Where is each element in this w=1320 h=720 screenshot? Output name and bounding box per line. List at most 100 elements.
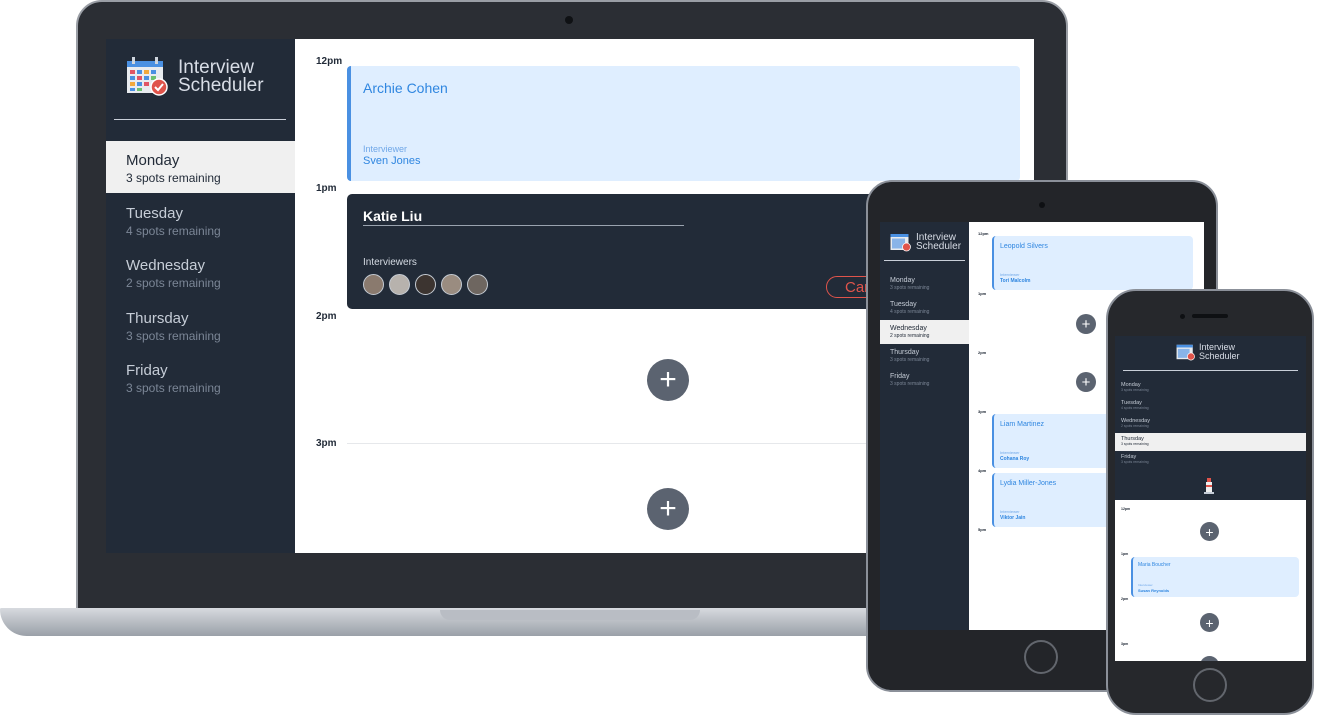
interviewer-name: Tori Malcolm xyxy=(1000,278,1031,284)
day-item-thursday[interactable]: Thursday 3 spots remaining xyxy=(880,344,969,368)
calendar-check-icon xyxy=(127,57,168,96)
day-spots: 3 spots remaining xyxy=(1121,460,1149,464)
plus-icon: + xyxy=(1205,523,1214,540)
app-logo: Interview Scheduler xyxy=(890,232,961,252)
plus-icon: + xyxy=(659,363,677,396)
day-name: Tuesday xyxy=(890,301,917,308)
interviewer-avatar[interactable] xyxy=(389,274,410,295)
day-name: Wednesday xyxy=(890,325,927,332)
interviewer-label: Interviewer xyxy=(1000,509,1020,514)
tablet-home-button xyxy=(1024,640,1058,674)
day-spots: 2 spots remaining xyxy=(890,333,930,339)
interviewer-list xyxy=(363,274,488,295)
divider xyxy=(347,443,907,444)
day-item-thursday[interactable]: Thursday 3 spots remaining xyxy=(1115,433,1306,451)
time-label: 3pm xyxy=(978,409,987,414)
day-spots: 3 spots remaining xyxy=(126,329,221,343)
add-appointment-button[interactable]: + xyxy=(647,488,689,530)
interviewers-label: Interviewers xyxy=(363,257,417,268)
day-spots: 3 spots remaining xyxy=(1121,442,1149,446)
time-label: 1pm xyxy=(316,183,337,194)
interviewer-avatar[interactable] xyxy=(467,274,488,295)
interviewer-name: Sven Jones xyxy=(363,155,421,167)
day-item-wednesday[interactable]: Wednesday 2 spots remaining xyxy=(1115,415,1306,433)
day-name: Thursday xyxy=(890,349,920,356)
interviewer-label: Interviewer xyxy=(1138,583,1153,587)
plus-icon: + xyxy=(1205,658,1213,662)
add-appointment-button[interactable]: + xyxy=(1200,522,1219,541)
app-logo: Interview Scheduler xyxy=(126,57,264,97)
student-name-input[interactable]: Katie Liu xyxy=(363,208,684,226)
add-appointment-button[interactable]: + xyxy=(1076,372,1096,392)
day-item-monday[interactable]: Monday 3 spots remaining xyxy=(880,272,969,296)
tablet-camera xyxy=(1039,202,1045,208)
time-label: 12pm xyxy=(316,56,343,67)
plus-icon: + xyxy=(1205,614,1214,631)
interviewer-label: Interviewer xyxy=(363,144,408,154)
appointment-card[interactable]: Maria Boucher Interviewer Susan Reynolds xyxy=(1131,557,1299,597)
day-spots: 4 spots remaining xyxy=(890,309,930,315)
app-title-line2: Scheduler xyxy=(1199,351,1240,361)
phone-speaker xyxy=(1192,314,1228,318)
day-item-wednesday[interactable]: Wednesday 2 spots remaining xyxy=(880,320,969,344)
student-name: Leopold Silvers xyxy=(1000,243,1048,250)
day-name: Friday xyxy=(126,362,168,379)
interviewer-avatar[interactable] xyxy=(441,274,462,295)
sidebar: Interview Scheduler Monday 3 spots remai… xyxy=(1115,336,1306,500)
laptop-notch xyxy=(440,610,700,620)
appointment-card[interactable]: Leopold Silvers Interviewer Tori Malcolm xyxy=(992,236,1193,290)
divider xyxy=(114,119,286,120)
day-spots: 3 spots remaining xyxy=(126,171,221,185)
day-spots: 2 spots remaining xyxy=(126,276,221,290)
phone-home-button xyxy=(1193,668,1227,702)
day-item-thursday[interactable]: Thursday 3 spots remaining xyxy=(106,299,295,351)
app-title-line2: Scheduler xyxy=(916,241,962,252)
interviewer-name: Susan Reynolds xyxy=(1138,588,1170,593)
interviewer-avatar[interactable] xyxy=(415,274,436,295)
plus-icon: + xyxy=(659,492,677,525)
interviewer-avatar[interactable] xyxy=(363,274,384,295)
interviewer-label: Interviewer xyxy=(1000,450,1020,455)
day-item-monday[interactable]: Monday 3 spots remaining xyxy=(1115,379,1306,397)
plus-icon: + xyxy=(1081,315,1091,333)
calendar-check-icon xyxy=(1176,344,1195,361)
add-appointment-button[interactable]: + xyxy=(1200,656,1219,661)
add-appointment-button[interactable]: + xyxy=(1200,613,1219,632)
day-name: Tuesday xyxy=(126,205,183,222)
day-item-friday[interactable]: Friday 3 spots remaining xyxy=(880,368,969,392)
day-item-wednesday[interactable]: Wednesday 2 spots remaining xyxy=(106,246,295,298)
day-item-friday[interactable]: Friday 3 spots remaining xyxy=(106,351,295,403)
interviewer-name: Cohana Roy xyxy=(1000,456,1030,462)
day-name: Friday xyxy=(890,373,910,380)
day-spots: 3 spots remaining xyxy=(1121,388,1149,392)
day-spots: 2 spots remaining xyxy=(1121,424,1149,428)
divider xyxy=(884,260,965,261)
plus-icon: + xyxy=(1081,373,1091,391)
student-name: Lydia Miller-Jones xyxy=(1000,480,1057,487)
student-name: Archie Cohen xyxy=(363,80,448,96)
day-item-tuesday[interactable]: Tuesday 4 spots remaining xyxy=(106,194,295,246)
day-item-friday[interactable]: Friday 3 spots remaining xyxy=(1115,451,1306,469)
day-item-tuesday[interactable]: Tuesday 4 spots remaining xyxy=(1115,397,1306,415)
divider xyxy=(1123,370,1298,371)
calendar-check-icon xyxy=(890,234,911,252)
appointment-card[interactable]: Archie Cohen Interviewer Sven Jones xyxy=(347,66,1020,181)
add-appointment-button[interactable]: + xyxy=(1076,314,1096,334)
sidebar: Interview Scheduler Monday 3 spots remai… xyxy=(880,222,969,630)
time-label: 1pm xyxy=(978,291,987,296)
day-name: Monday xyxy=(890,277,915,284)
time-label: 2pm xyxy=(978,350,987,355)
time-label: 2pm xyxy=(1121,597,1129,601)
laptop-camera xyxy=(565,16,573,24)
day-item-monday[interactable]: Monday 3 spots remaining xyxy=(106,141,295,193)
day-spots: 3 spots remaining xyxy=(890,381,930,387)
phone-camera xyxy=(1180,314,1185,319)
day-spots: 4 spots remaining xyxy=(126,224,221,238)
time-label: 2pm xyxy=(316,311,337,322)
add-appointment-button[interactable]: + xyxy=(647,359,689,401)
time-label: 3pm xyxy=(1121,642,1129,646)
day-item-tuesday[interactable]: Tuesday 4 spots remaining xyxy=(880,296,969,320)
time-label: 5pm xyxy=(978,527,987,532)
day-name: Monday xyxy=(126,152,180,169)
lighthouse-icon xyxy=(1204,478,1214,494)
